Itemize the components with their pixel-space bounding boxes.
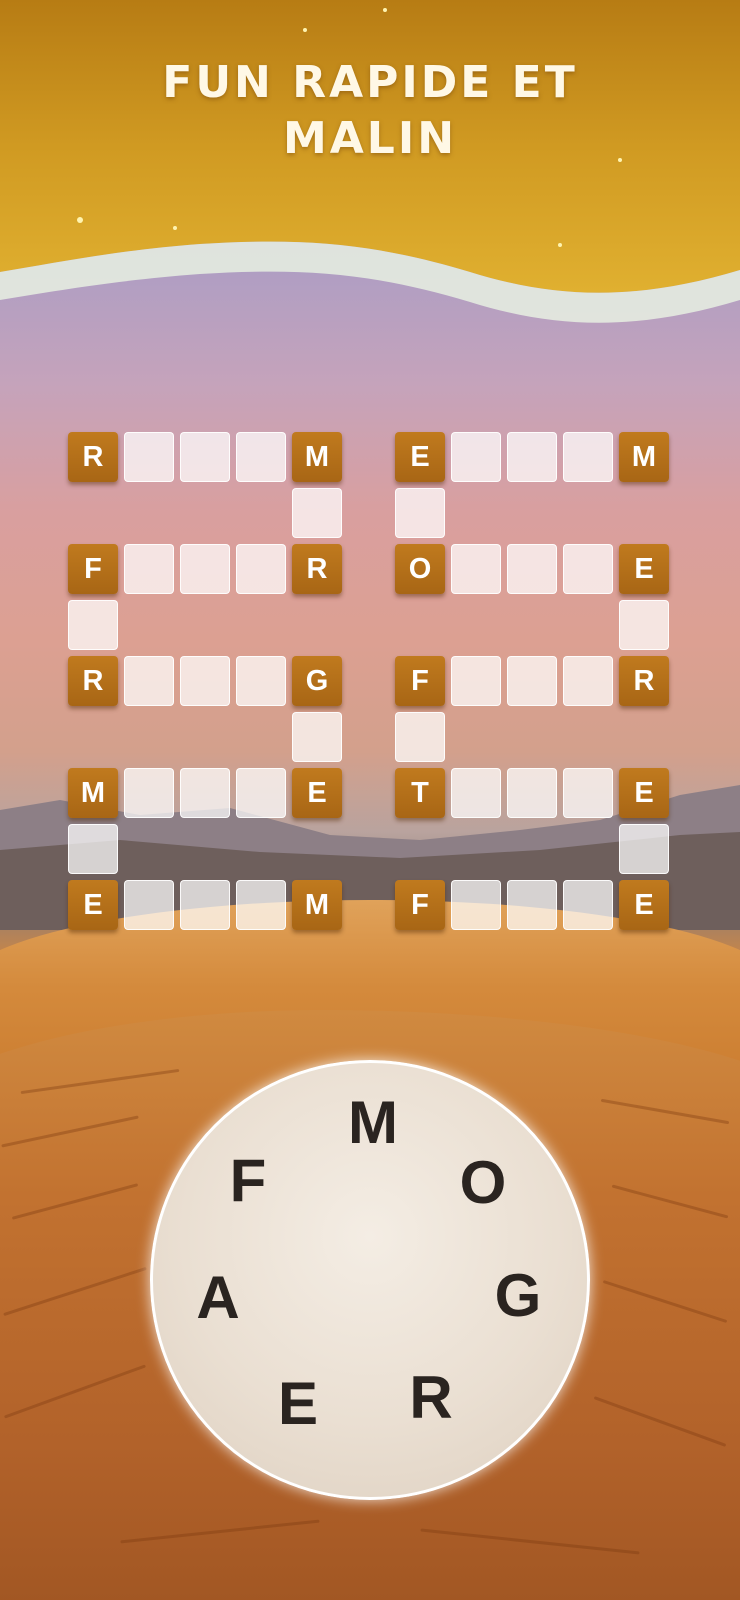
tile-letter: M — [68, 768, 118, 818]
tile-blank — [451, 768, 501, 818]
game-screen: FUN RAPIDE ET MALIN R M F R R G M E E M … — [0, 0, 740, 1600]
wheel-letter-e[interactable]: E — [263, 1369, 333, 1439]
tile-letter: F — [395, 656, 445, 706]
tile-blank — [451, 544, 501, 594]
tile-blank — [619, 824, 669, 874]
tile-blank — [395, 488, 445, 538]
crossword-board: R M F R R G M E E M E M O E F R T E F E — [0, 0, 740, 1000]
wheel-letter-f[interactable]: F — [213, 1146, 283, 1216]
tile-letter: R — [619, 656, 669, 706]
wheel-letter-m[interactable]: M — [338, 1088, 408, 1158]
tile-letter: O — [395, 544, 445, 594]
tile-blank — [68, 600, 118, 650]
wheel-letter-g[interactable]: G — [483, 1261, 553, 1331]
tile-blank — [180, 544, 230, 594]
tile-blank — [180, 656, 230, 706]
tile-letter: E — [292, 768, 342, 818]
tile-letter: R — [68, 656, 118, 706]
tile-letter: G — [292, 656, 342, 706]
tile-blank — [236, 768, 286, 818]
tile-blank — [395, 712, 445, 762]
tile-blank — [451, 432, 501, 482]
tile-blank — [124, 880, 174, 930]
tile-letter: E — [68, 880, 118, 930]
tile-blank — [451, 656, 501, 706]
wheel-letter-r[interactable]: R — [396, 1363, 466, 1433]
tile-blank — [619, 600, 669, 650]
tile-blank — [563, 432, 613, 482]
tile-blank — [180, 432, 230, 482]
tile-blank — [507, 656, 557, 706]
letter-wheel[interactable]: M O F G A R E — [150, 1060, 590, 1500]
tile-blank — [507, 768, 557, 818]
tile-letter: T — [395, 768, 445, 818]
tile-blank — [563, 880, 613, 930]
tile-blank — [292, 488, 342, 538]
tile-blank — [236, 544, 286, 594]
wheel-letter-o[interactable]: O — [448, 1148, 518, 1218]
tile-letter: E — [619, 544, 669, 594]
tile-blank — [507, 880, 557, 930]
tile-blank — [507, 544, 557, 594]
tile-letter: M — [619, 432, 669, 482]
tile-blank — [563, 768, 613, 818]
wheel-letter-a[interactable]: A — [183, 1263, 253, 1333]
tile-blank — [563, 544, 613, 594]
tile-blank — [507, 432, 557, 482]
tile-blank — [236, 880, 286, 930]
tile-blank — [236, 656, 286, 706]
tile-blank — [124, 656, 174, 706]
tile-letter: M — [292, 880, 342, 930]
tile-blank — [180, 880, 230, 930]
tile-blank — [236, 432, 286, 482]
tile-letter: E — [619, 768, 669, 818]
tile-letter: M — [292, 432, 342, 482]
tile-blank — [451, 880, 501, 930]
tile-blank — [68, 824, 118, 874]
tile-letter: F — [395, 880, 445, 930]
tile-blank — [124, 432, 174, 482]
tile-letter: R — [68, 432, 118, 482]
tile-letter: E — [619, 880, 669, 930]
tile-letter: F — [68, 544, 118, 594]
tile-letter: R — [292, 544, 342, 594]
tile-blank — [292, 712, 342, 762]
tile-blank — [563, 656, 613, 706]
tile-blank — [124, 544, 174, 594]
tile-blank — [180, 768, 230, 818]
tile-letter: E — [395, 432, 445, 482]
tile-blank — [124, 768, 174, 818]
